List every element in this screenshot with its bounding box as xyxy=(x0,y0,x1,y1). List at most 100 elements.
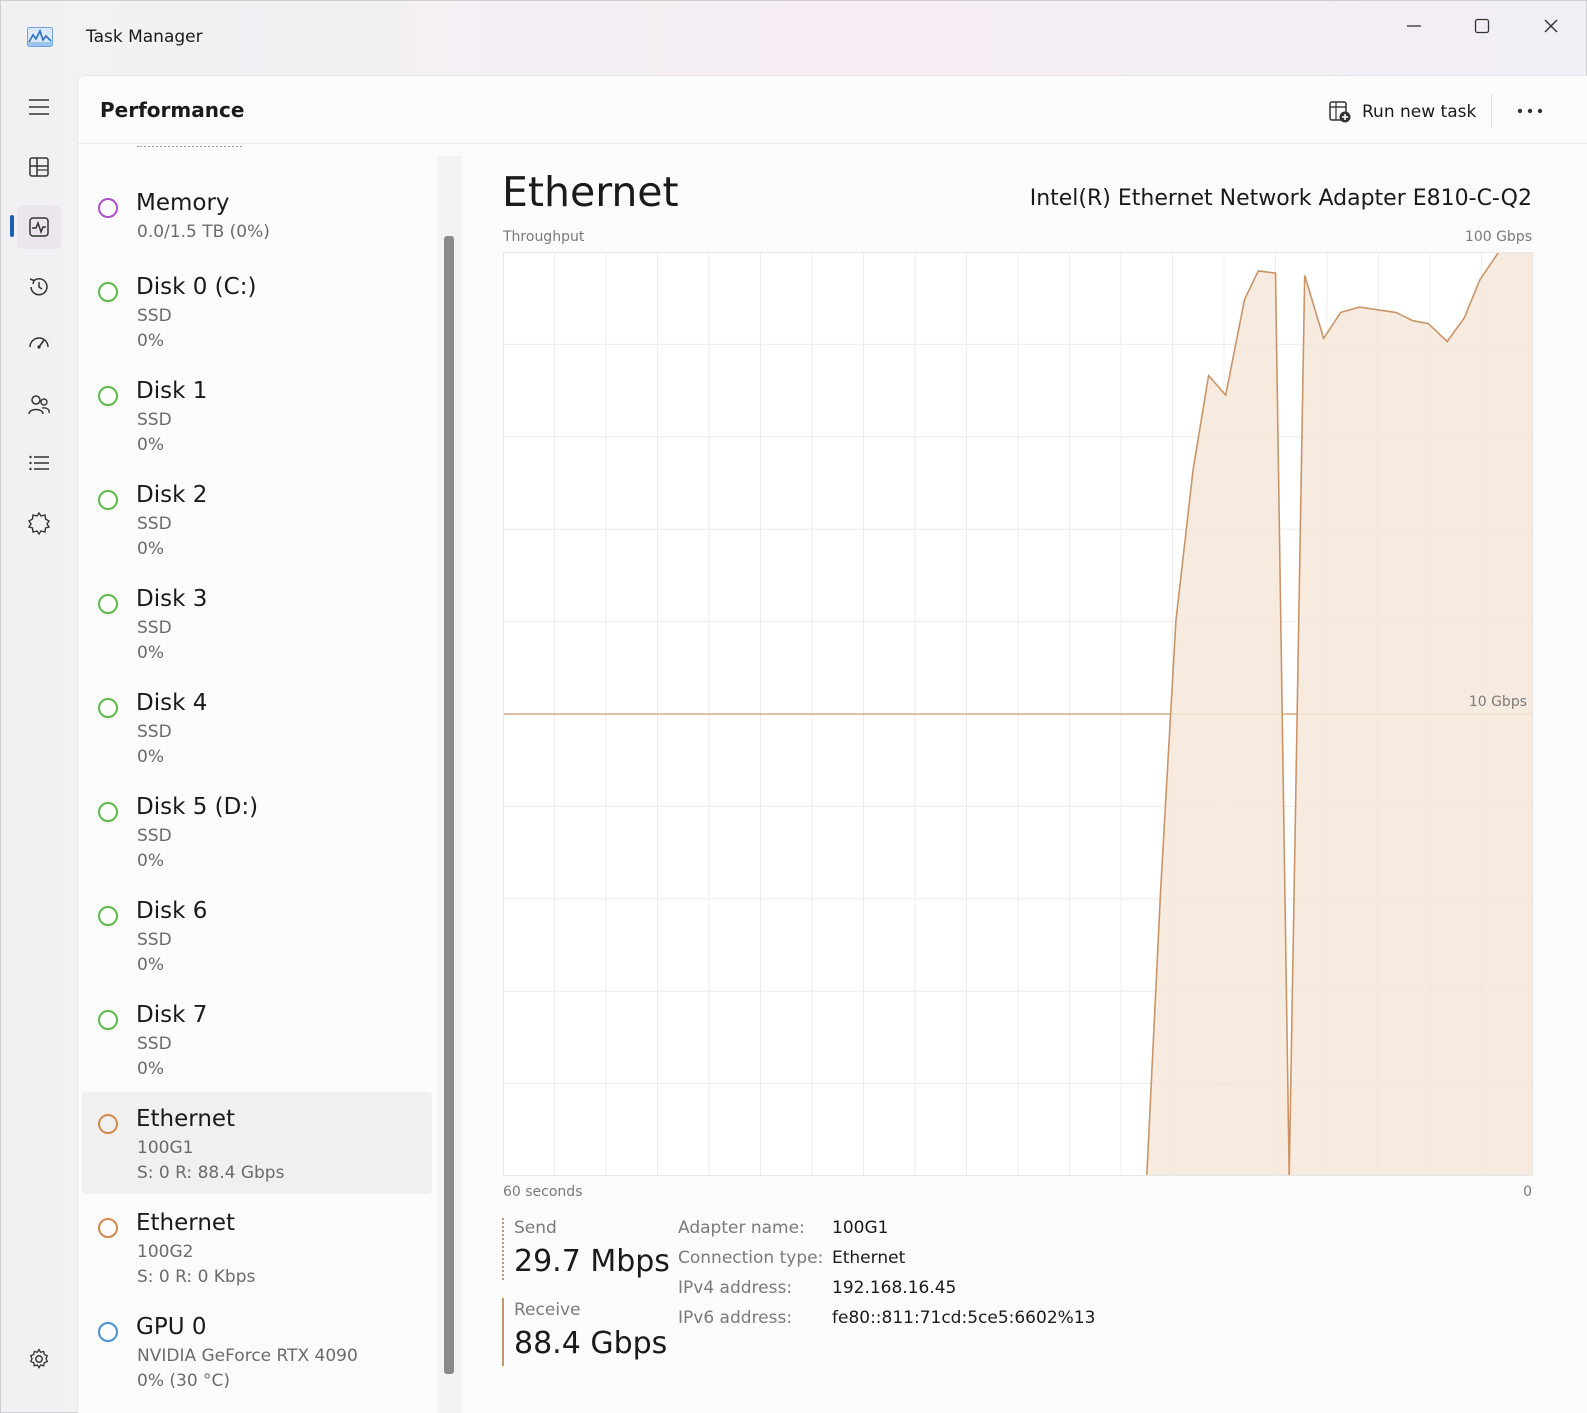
device-item[interactable]: Disk 3 SSD 0% xyxy=(82,572,432,674)
device-usage: 0% xyxy=(137,955,164,975)
send-legend-line xyxy=(502,1218,504,1280)
window-title: Task Manager xyxy=(86,27,203,47)
startup-apps-icon xyxy=(29,337,49,349)
device-usage: S: 0 R: 0 Kbps xyxy=(137,1267,256,1287)
device-name: Disk 3 xyxy=(136,586,208,612)
device-item[interactable]: Ethernet 100G2 S: 0 R: 0 Kbps xyxy=(82,1196,432,1298)
device-list-scrollbar-thumb[interactable] xyxy=(444,236,454,1374)
run-new-task-icon xyxy=(1329,101,1351,123)
device-status-dot xyxy=(98,1114,118,1134)
device-usage: 0% (30 °C) xyxy=(137,1371,231,1391)
close-icon xyxy=(1544,19,1558,33)
title-bar: Task Manager xyxy=(1,1,1587,73)
chart-x-start-label: 60 seconds xyxy=(503,1184,583,1200)
device-usage: S: 0 R: 88.4 Gbps xyxy=(137,1163,285,1183)
device-name: Disk 2 xyxy=(136,482,208,508)
settings-icon xyxy=(29,1348,49,1369)
receive-legend-line xyxy=(502,1298,504,1366)
device-usage: 0% xyxy=(137,539,164,559)
device-usage: 0% xyxy=(137,851,164,871)
detail-title: Ethernet xyxy=(502,168,679,216)
property-row: IPv4 address: 192.168.16.45 xyxy=(678,1278,1098,1302)
minimize-icon xyxy=(1407,25,1421,27)
property-key: Adapter name: xyxy=(678,1218,805,1238)
task-manager-window: Task Manager Performance Run new task Me… xyxy=(0,0,1587,1413)
device-item[interactable]: Disk 4 SSD 0% xyxy=(82,676,432,778)
device-subtitle: 100G2 xyxy=(137,1242,194,1262)
device-status-dot xyxy=(98,1010,118,1030)
device-name: Ethernet xyxy=(136,1106,236,1132)
page-header: Performance Run new task xyxy=(78,76,1587,144)
navigation-rail xyxy=(1,73,77,1413)
maximize-icon xyxy=(1474,18,1490,34)
device-subtitle: SSD xyxy=(137,410,172,430)
app-history-icon xyxy=(29,278,48,296)
property-key: IPv6 address: xyxy=(678,1308,793,1328)
device-usage: 0% xyxy=(137,1059,164,1079)
device-status-dot xyxy=(98,386,118,406)
nav-settings[interactable] xyxy=(17,1337,61,1381)
users-icon xyxy=(28,395,50,415)
device-item[interactable]: Disk 6 SSD 0% xyxy=(82,884,432,986)
device-item[interactable]: Disk 0 (C:) SSD 0% xyxy=(82,260,432,362)
device-item[interactable]: Disk 2 SSD 0% xyxy=(82,468,432,570)
close-button[interactable] xyxy=(1526,11,1576,41)
menu-icon xyxy=(29,99,49,115)
device-status-dot xyxy=(98,906,118,926)
device-status-dot xyxy=(98,282,118,302)
menu-button[interactable] xyxy=(17,85,61,129)
device-subtitle: SSD xyxy=(137,1034,172,1054)
nav-users[interactable] xyxy=(17,383,61,427)
property-value: Ethernet xyxy=(832,1248,906,1268)
adapter-model: Intel(R) Ethernet Network Adapter E810-C… xyxy=(1029,186,1532,211)
property-value: 100G1 xyxy=(832,1218,889,1238)
device-name: Disk 5 (D:) xyxy=(136,794,259,820)
nav-services[interactable] xyxy=(17,501,61,545)
task-manager-app-icon xyxy=(27,27,53,47)
minimize-button[interactable] xyxy=(1389,11,1439,41)
property-row: Adapter name: 100G1 xyxy=(678,1218,1098,1242)
device-name: Disk 1 xyxy=(136,378,208,404)
run-new-task-button[interactable]: Run new task xyxy=(1328,98,1476,126)
nav-app-history[interactable] xyxy=(17,265,61,309)
nav-performance[interactable] xyxy=(17,205,61,249)
device-usage: 0% xyxy=(137,331,164,351)
device-status-dot xyxy=(98,1218,118,1238)
chart-y-max-label: 100 Gbps xyxy=(1464,229,1532,245)
send-value: 29.7 Mbps xyxy=(514,1244,670,1279)
device-item[interactable]: GPU 0 NVIDIA GeForce RTX 4090 0% (30 °C) xyxy=(82,1300,432,1402)
device-subtitle: SSD xyxy=(137,514,172,534)
chart-title: Throughput xyxy=(503,229,585,245)
device-status-dot xyxy=(98,802,118,822)
device-subtitle: SSD xyxy=(137,722,172,742)
property-value: 192.168.16.45 xyxy=(832,1278,957,1298)
property-row: IPv6 address: fe80::811:71cd:5ce5:6602%13 xyxy=(678,1308,1098,1332)
device-name: Memory xyxy=(136,190,230,216)
device-subtitle: 100G1 xyxy=(137,1138,194,1158)
device-item[interactable]: Disk 7 SSD 0% xyxy=(82,988,432,1090)
page-title: Performance xyxy=(100,98,245,122)
more-options-button[interactable] xyxy=(1510,98,1550,124)
nav-processes[interactable] xyxy=(17,145,61,189)
property-key: Connection type: xyxy=(678,1248,824,1268)
services-icon xyxy=(27,511,51,535)
device-subtitle: SSD xyxy=(137,306,172,326)
processes-icon xyxy=(29,157,49,177)
device-name: Ethernet xyxy=(136,1210,236,1236)
device-item[interactable]: Ethernet 100G1 S: 0 R: 88.4 Gbps xyxy=(82,1092,432,1194)
device-status-dot xyxy=(98,698,118,718)
device-item[interactable]: Disk 1 SSD 0% xyxy=(82,364,432,466)
more-options-icon xyxy=(1517,108,1543,114)
device-name: Disk 0 (C:) xyxy=(136,274,257,300)
device-name: Disk 7 xyxy=(136,1002,208,1028)
device-item[interactable]: Disk 5 (D:) SSD 0% xyxy=(82,780,432,882)
device-usage: 0% xyxy=(137,435,164,455)
property-key: IPv4 address: xyxy=(678,1278,793,1298)
main-content: Performance Run new task Memory 0.0/1.5 T… xyxy=(77,75,1587,1413)
nav-startup-apps[interactable] xyxy=(17,323,61,367)
nav-details[interactable] xyxy=(17,441,61,485)
throughput-chart xyxy=(503,252,1533,1176)
maximize-button[interactable] xyxy=(1457,11,1507,41)
device-subtitle: SSD xyxy=(137,930,172,950)
device-list: Memory 0.0/1.5 TB (0%) Disk 0 (C:) SSD 0% Dis… xyxy=(82,146,442,1413)
